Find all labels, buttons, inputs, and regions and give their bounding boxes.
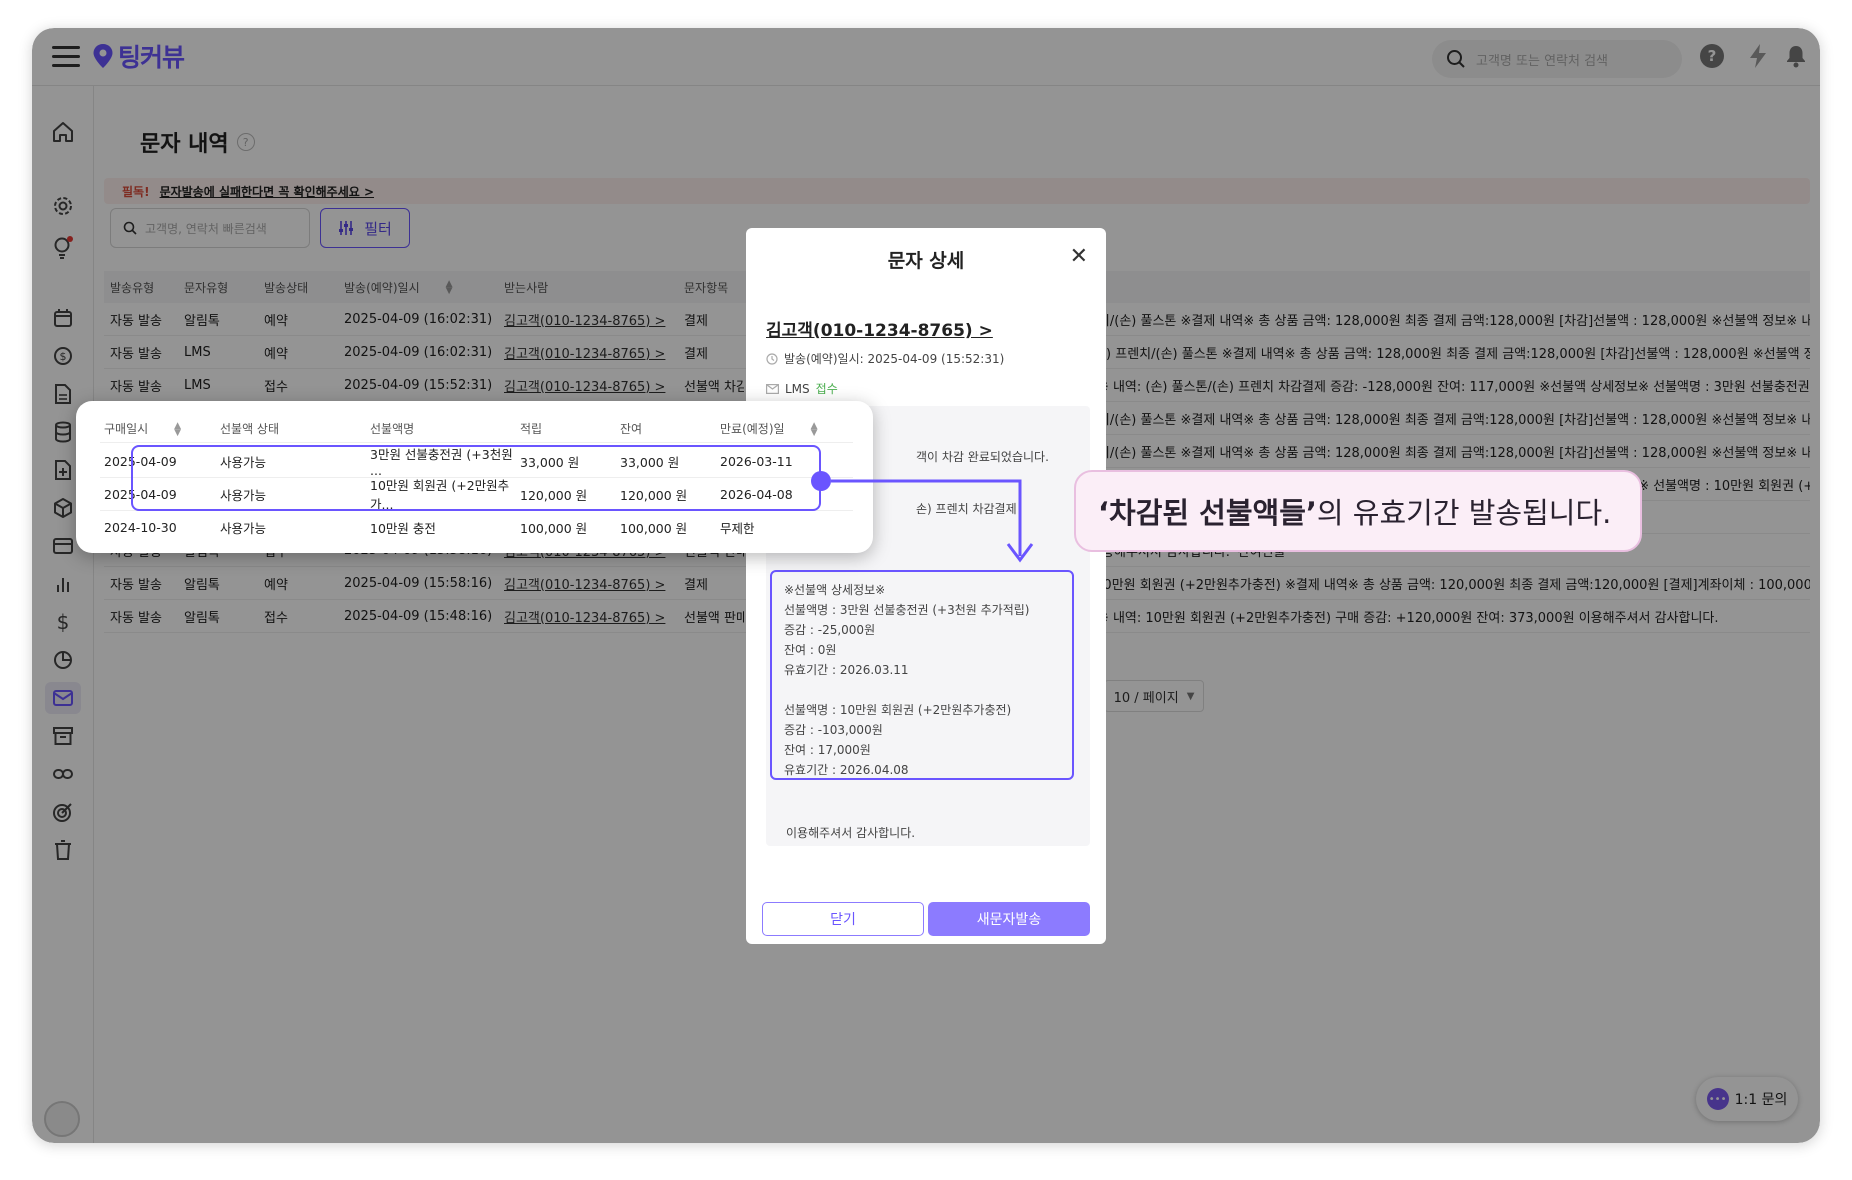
purchase-date: 2025-04-09 xyxy=(104,486,177,502)
popup-col-header-sortable[interactable]: 만료(예정)일 ▲ ▼ xyxy=(720,420,820,437)
purchase-date: 2025-04-09 xyxy=(104,453,177,469)
modal-datetime: 발송(예약)일시: 2025-04-09 (15:52:31) xyxy=(766,350,1004,367)
close-button[interactable]: 닫기 xyxy=(762,902,924,936)
modal-recipient-link[interactable]: 김고객(010-1234-8765) > xyxy=(766,316,993,341)
detail-line: 잔여 : 0원 xyxy=(784,643,837,657)
clock-icon xyxy=(766,352,778,365)
prepaid-status: 사용가능 xyxy=(220,454,267,470)
prepaid-name: 3만원 선불충전권 (+3천원 ... xyxy=(370,447,513,478)
modal-title: 문자 상세 xyxy=(887,250,965,272)
prepaid-detail-box: ※선불액 상세정보※ 선불액명 : 3만원 선불충전권 (+3천원 추가적립) … xyxy=(770,570,1074,780)
popup-col-label: 구매일시 xyxy=(104,422,149,436)
popup-col-header-sortable[interactable]: 구매일시 ▲ ▼ xyxy=(100,420,220,437)
prepaid-status: 사용가능 xyxy=(220,487,267,503)
prepaid-list-popup: 구매일시 ▲ ▼ 선불액 상태 선불액명 적립 잔여 만료(예정)일 ▲ ▼ 2025-… xyxy=(76,401,873,553)
detail-line: 유효기간 : 2026.04.08 xyxy=(784,763,909,777)
detail-line xyxy=(784,680,1060,700)
prepaid-status: 사용가능 xyxy=(220,521,267,536)
message-fragment: 객이 차감 완료되었습니다. xyxy=(916,450,1049,464)
sort-icon[interactable]: ▲ ▼ xyxy=(811,421,818,437)
popup-col-header: 선불액 상태 xyxy=(220,422,280,436)
expiry-date: 2026-03-11 xyxy=(720,453,793,469)
earned-amount: 100,000 원 xyxy=(520,521,588,536)
popup-col-header: 선불액명 xyxy=(370,422,415,436)
modal-datetime-text: 발송(예약)일시: 2025-04-09 (15:52:31) xyxy=(784,352,1005,366)
modal-type-text: LMS xyxy=(785,381,810,396)
remaining-amount: 33,000 원 xyxy=(620,454,680,470)
new-message-button[interactable]: 새문자발송 xyxy=(928,902,1090,936)
remaining-amount: 100,000 원 xyxy=(620,521,688,536)
message-fragment: 손) 프렌치 차감결제 xyxy=(916,502,1017,516)
annotation-callout: ‘차감된 선불액들’ 의 유효기간 발송됩니다. xyxy=(1074,470,1642,552)
popup-row[interactable]: 2025-04-09 사용가능 3만원 선불충전권 (+3천원 ... 33,0… xyxy=(100,445,853,478)
earned-amount: 120,000 원 xyxy=(520,487,588,503)
detail-line: ※선불액 상세정보※ xyxy=(784,583,886,597)
detail-line: 유효기간 : 2026.03.11 xyxy=(784,663,909,677)
popup-col-header: 잔여 xyxy=(620,422,643,436)
earned-amount: 33,000 원 xyxy=(520,454,580,470)
modal-status: 접수 xyxy=(815,382,838,396)
purchase-date: 2024-10-30 xyxy=(104,520,177,535)
expiry-date: 무제한 xyxy=(720,521,755,536)
prepaid-name: 10만원 충전 xyxy=(370,521,436,536)
prepaid-name: 10만원 회원권 (+2만원추가... xyxy=(370,478,510,512)
popup-row[interactable]: 2025-04-09 사용가능 10만원 회원권 (+2만원추가... 120,… xyxy=(100,478,853,512)
popup-row[interactable]: 2024-10-30 사용가능 10만원 충전 100,000 원 100,00… xyxy=(100,511,853,544)
popup-col-header: 적립 xyxy=(520,422,543,436)
detail-line: 잔여 : 17,000원 xyxy=(784,743,871,757)
callout-text: 의 유효기간 발송됩니다. xyxy=(1316,496,1612,530)
detail-line: 선불액명 : 10만원 회원권 (+2만원추가충전) xyxy=(784,703,1012,717)
popup-header: 구매일시 ▲ ▼ 선불액 상태 선불액명 적립 잔여 만료(예정)일 ▲ ▼ xyxy=(100,415,853,443)
remaining-amount: 120,000 원 xyxy=(620,487,688,503)
message-detail-modal: 문자 상세 ✕ 김고객(010-1234-8765) > 발송(예약)일시: 2… xyxy=(746,228,1106,944)
callout-emphasis: ‘차감된 선불액들’ xyxy=(1098,496,1317,530)
modal-type: LMS 접수 xyxy=(766,380,838,397)
detail-line: 증감 : -25,000원 xyxy=(784,623,876,637)
expiry-date: 2026-04-08 xyxy=(720,486,793,502)
message-thanks: 이용해주셔서 감사합니다. xyxy=(786,826,916,840)
detail-line: 증감 : -103,000원 xyxy=(784,723,883,737)
close-icon[interactable]: ✕ xyxy=(1070,244,1088,269)
sort-icon[interactable]: ▲ ▼ xyxy=(174,421,181,437)
popup-col-label: 만료(예정)일 xyxy=(720,422,785,436)
mail-icon xyxy=(766,383,779,394)
detail-line: 선불액명 : 3만원 선불충전권 (+3천원 추가적립) xyxy=(784,603,1030,617)
